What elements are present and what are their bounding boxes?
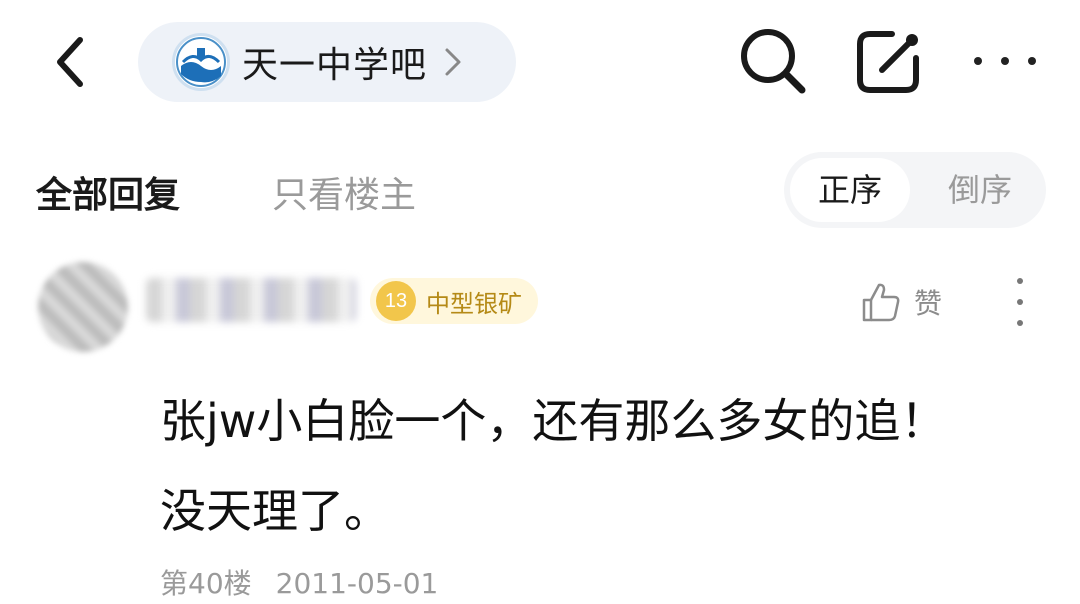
more-horizontal-icon <box>974 57 982 65</box>
like-label: 赞 <box>914 287 943 320</box>
post-content: 张jw小白脸一个，还有那么多女的追！没天理了。 <box>160 394 947 538</box>
forum-logo <box>172 33 230 91</box>
level-title: 中型银矿 <box>426 289 522 318</box>
more-vertical-icon <box>1017 278 1023 284</box>
chevron-right-icon <box>445 48 461 76</box>
thumbs-up-icon <box>862 283 900 322</box>
level-badge: 13 中型银矿 <box>370 278 538 324</box>
search-button[interactable] <box>736 24 810 98</box>
floor-number: 第40楼 <box>160 567 252 600</box>
like-button[interactable]: 赞 <box>858 280 942 324</box>
top-navigation-bar: 天一中学吧 <box>0 0 1080 130</box>
reply-post: 13 中型银矿 赞 张jw小白脸一个，还有那么多女的追！没天理了。 第40楼 20… <box>0 250 1080 604</box>
back-button[interactable] <box>44 30 100 94</box>
search-icon <box>741 29 806 94</box>
post-date: 2011-05-01 <box>275 567 439 600</box>
level-number: 13 <box>376 281 416 321</box>
forum-name: 天一中学吧 <box>242 45 428 86</box>
forum-link[interactable]: 天一中学吧 <box>138 22 516 102</box>
tab-all-replies[interactable]: 全部回复 <box>36 166 180 218</box>
avatar[interactable] <box>38 262 128 352</box>
sort-descending-button[interactable]: 倒序 <box>920 158 1040 222</box>
edit-button[interactable] <box>852 24 926 98</box>
sort-ascending-button[interactable]: 正序 <box>790 158 910 222</box>
tab-owner-only[interactable]: 只看楼主 <box>272 166 416 218</box>
back-arrow-icon <box>57 37 83 87</box>
more-options-button[interactable] <box>970 34 1040 88</box>
username-blurred[interactable] <box>146 278 356 322</box>
reply-filter-bar: 全部回复 只看楼主 正序 倒序 <box>0 150 1080 230</box>
edit-icon <box>857 31 919 93</box>
post-meta: 第40楼 2011-05-01 <box>160 562 438 602</box>
post-more-button[interactable] <box>1010 278 1030 326</box>
sort-order-toggle: 正序 倒序 <box>784 152 1046 228</box>
